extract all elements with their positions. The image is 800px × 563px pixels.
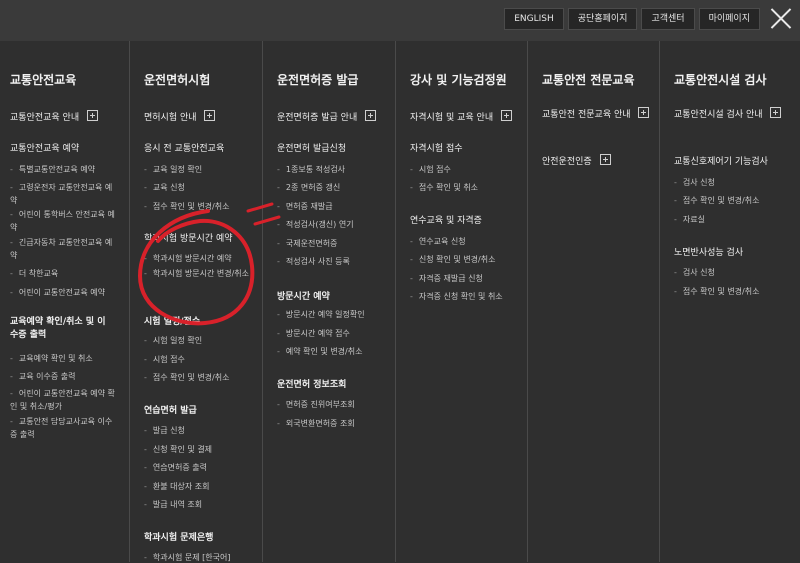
column-title: 운전면허증 발급 — [277, 73, 359, 87]
mega-menu: 교통안전교육 교통안전교육 안내 교통안전교육 예약 - 특별교통안전교육 예약 … — [0, 41, 800, 562]
submenu-item[interactable]: - 접수 확인 및 변경/취소 — [674, 286, 759, 297]
section-label[interactable]: 응시 전 교통안전교육 — [144, 141, 224, 154]
section-label[interactable]: 교통신호제어기 기능검사 — [674, 154, 768, 167]
submenu-item[interactable]: - 고령운전자 교통안전교육 예약 — [10, 181, 118, 207]
submenu-item[interactable]: - 접수 확인 및 변경/취소 — [144, 201, 229, 212]
section-label[interactable]: 노면반사성능 검사 — [674, 245, 743, 258]
submenu-item[interactable]: - 어린이 통학버스 안전교육 예약 — [10, 208, 118, 234]
column-facility-inspection: 교통안전시설 검사 교통안전시설 검사 안내 교통신호제어기 기능검사 - 검사 … — [659, 41, 800, 562]
submenu-item[interactable]: - 어린이 교통안전교육 예약 확인 및 취소/평가 — [10, 387, 118, 413]
section-label[interactable]: 운전면허 정보조회 — [277, 377, 346, 390]
submenu-item[interactable]: - 자료실 — [674, 214, 705, 225]
submenu-item[interactable]: - 신청 확인 및 변경/취소 — [410, 254, 495, 265]
submenu-item[interactable]: -1종보통 적성검사 — [277, 164, 345, 175]
submenu-item[interactable]: - 교육 이수증 출력 — [10, 371, 76, 382]
plus-icon — [365, 110, 377, 121]
submenu-item[interactable]: -2종 면허증 갱신 — [277, 182, 340, 193]
menu-heading-4[interactable]: 교통안전 전문교육 안내 — [542, 107, 652, 122]
column-title: 교통안전시설 검사 — [674, 73, 767, 87]
submenu-item[interactable]: -더 착한교육 — [10, 268, 58, 279]
plus-icon — [638, 107, 650, 118]
column-instructor: 강사 및 기능검정원 자격시험 및 교육 안내 자격시험 접수 - 시험 접수 -… — [395, 41, 528, 562]
submenu-item[interactable]: - 면허증 진위여부조회 — [277, 399, 355, 410]
submenu-item[interactable]: - 시험 일정 확인 — [144, 335, 202, 346]
column-title: 교통안전교육 — [10, 73, 77, 87]
column-license-issue: 운전면허증 발급 운전면허증 발급 안내 운전면허 발급신청 -1종보통 적성검… — [262, 41, 396, 562]
section-label[interactable]: 교통안전교육 예약 — [10, 141, 79, 154]
menu-heading-6[interactable]: 교통안전시설 검사 안내 — [674, 107, 792, 122]
top-bar: ENGLISH 공단홈페이지 고객센터 마이페이지 — [0, 0, 800, 41]
column-title: 교통안전 전문교육 — [542, 73, 635, 87]
menu-heading-5[interactable]: 안전운전인증 — [542, 154, 611, 167]
menu-heading-1[interactable]: 면허시험 안내 — [144, 110, 216, 123]
english-link[interactable]: ENGLISH — [504, 8, 564, 30]
submenu-item[interactable]: - 검사 신청 — [674, 267, 715, 278]
section-label[interactable]: 교육예약 확인/취소 및 이수증 출력 — [10, 316, 110, 342]
section-label[interactable]: 학과시험 방문시간 예약 — [144, 231, 233, 244]
submenu-item[interactable]: - 방문시간 예약 일정확인 — [277, 309, 365, 320]
plus-icon — [500, 110, 512, 121]
submenu-item[interactable]: - 특별교통안전교육 예약 — [10, 164, 95, 175]
column-title: 운전면허시험 — [144, 73, 211, 87]
submenu-item[interactable]: - 면허증 재발급 — [277, 201, 333, 212]
submenu-item[interactable]: - 접수 확인 및 변경/취소 — [674, 195, 759, 206]
submenu-item[interactable]: - 적성검사 사진 등록 — [277, 256, 350, 267]
submenu-item[interactable]: - 검사 신청 — [674, 177, 715, 188]
submenu-item[interactable]: - 접수 확인 및 변경/취소 — [144, 372, 229, 383]
column-license-test: 운전면허시험 면허시험 안내 응시 전 교통안전교육 - 교육 일정 확인 - 교육… — [129, 41, 263, 562]
submenu-item[interactable]: - 연습면허증 출력 — [144, 462, 207, 473]
section-label[interactable]: 자격시험 접수 — [410, 141, 463, 154]
column-traffic-safety-education: 교통안전교육 교통안전교육 안내 교통안전교육 예약 - 특별교통안전교육 예약 … — [0, 41, 129, 562]
top-links: ENGLISH 공단홈페이지 고객센터 마이페이지 — [504, 8, 760, 30]
submenu-item[interactable]: - 교육 신청 — [144, 182, 185, 193]
menu-heading-3[interactable]: 자격시험 및 교육 안내 — [410, 110, 512, 123]
submenu-item[interactable]: - 교육예약 확인 및 취소 — [10, 353, 93, 364]
customer-center-link[interactable]: 고객센터 — [641, 8, 695, 30]
home-link[interactable]: 공단홈페이지 — [567, 8, 638, 30]
submenu-item[interactable]: - 발급 내역 조회 — [144, 499, 202, 510]
submenu-item[interactable]: - 환불 대상자 조회 — [144, 481, 210, 492]
menu-heading-2[interactable]: 운전면허증 발급 안내 — [277, 110, 377, 123]
submenu-item[interactable]: - 긴급자동차 교통안전교육 예약 — [10, 236, 118, 262]
submenu-item[interactable]: - 접수 확인 및 취소 — [410, 182, 478, 193]
plus-icon — [770, 107, 782, 118]
submenu-item[interactable]: - 외국변환면허증 조회 — [277, 418, 355, 429]
plus-icon — [599, 154, 611, 165]
submenu-item[interactable]: - 교통안전 담당교사교육 이수증 출력 — [10, 415, 118, 441]
section-label[interactable]: 방문시간 예약 — [277, 289, 330, 302]
submenu-item[interactable]: - 교육 일정 확인 — [144, 164, 202, 175]
submenu-item[interactable]: - 예약 확인 및 변경/취소 — [277, 346, 362, 357]
section-label[interactable]: 연수교육 및 자격증 — [410, 213, 482, 226]
section-label[interactable]: 운전면허 발급신청 — [277, 141, 346, 154]
submenu-item[interactable]: - 신청 확인 및 결제 — [144, 444, 212, 455]
column-professional-education: 교통안전 전문교육 교통안전 전문교육 안내 안전운전인증 — [527, 41, 660, 562]
submenu-item[interactable]: - 국제운전면허증 — [277, 238, 337, 249]
submenu-item[interactable]: - 어린이 교통안전교육 예약 — [10, 287, 105, 298]
submenu-item[interactable]: - 자격증 신청 확인 및 취소 — [410, 291, 503, 302]
submenu-item[interactable]: - 학과시험 방문시간 예약 — [144, 253, 232, 264]
section-label[interactable]: 학과시험 문제은행 — [144, 530, 213, 543]
submenu-item[interactable]: - 자격증 재발급 신청 — [410, 273, 483, 284]
plus-icon — [86, 110, 98, 121]
submenu-item[interactable]: - 연수교육 신청 — [410, 236, 466, 247]
column-title: 강사 및 기능검정원 — [410, 73, 507, 87]
section-label[interactable]: 연습면허 발급 — [144, 403, 197, 416]
plus-icon — [204, 110, 216, 121]
mypage-link[interactable]: 마이페이지 — [698, 8, 760, 30]
submenu-item[interactable]: - 학과시험 방문시간 변경/취소 — [144, 267, 250, 280]
menu-heading-0[interactable]: 교통안전교육 안내 — [10, 110, 98, 123]
submenu-item[interactable]: - 시험 접수 — [410, 164, 451, 175]
submenu-item[interactable]: - 발급 신청 — [144, 425, 185, 436]
submenu-item[interactable]: - 방문시간 예약 접수 — [277, 328, 350, 339]
submenu-item[interactable]: - 학과시험 문제 [한국어] — [144, 552, 230, 563]
submenu-item[interactable]: - 시험 접수 — [144, 354, 185, 365]
submenu-item[interactable]: - 적성검사(갱신) 연기 — [277, 219, 354, 230]
section-label[interactable]: 시험 일정/접수 — [144, 314, 200, 327]
close-icon[interactable] — [770, 8, 792, 28]
